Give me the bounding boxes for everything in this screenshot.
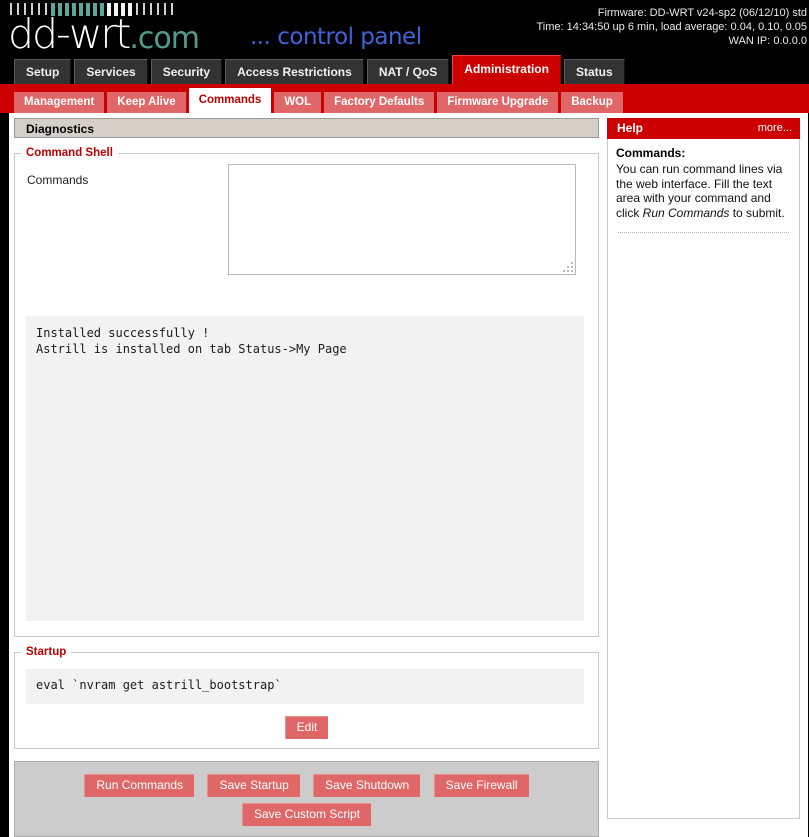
- sub-tab-firmware-upgrade[interactable]: Firmware Upgrade: [437, 92, 559, 113]
- main-tab-status[interactable]: Status: [563, 59, 625, 84]
- startup-legend: Startup: [26, 646, 67, 658]
- startup-panel: Startup eval `nvram get astrill_bootstra…: [14, 646, 599, 749]
- action-row-secondary: Save Custom Script: [15, 803, 598, 826]
- save-shutdown-button[interactable]: Save Shutdown: [313, 774, 421, 797]
- commands-textarea[interactable]: [229, 165, 575, 274]
- command-output-console: Installed successfully ! Astrill is inst…: [26, 316, 584, 621]
- sub-tab-list: Management Keep Alive Commands WOL Factory D…: [14, 88, 626, 113]
- sub-tab-bar: Management Keep Alive Commands WOL Factory D…: [0, 84, 809, 113]
- main-tab-setup[interactable]: Setup: [14, 59, 72, 84]
- action-row-primary: Run Commands Save Startup Save Shutdown …: [15, 774, 598, 797]
- command-shell-panel: Command Shell Commands Installed success…: [14, 147, 599, 637]
- sub-tab-commands[interactable]: Commands: [188, 88, 272, 113]
- help-heading: Commands:: [616, 146, 686, 160]
- sub-tab-factory-defaults[interactable]: Factory Defaults: [324, 92, 435, 113]
- content-column: Diagnostics Command Shell Commands Insta…: [14, 118, 599, 837]
- logo-main-text: dd-wrt: [8, 10, 131, 58]
- save-custom-script-button[interactable]: Save Custom Script: [241, 803, 372, 826]
- commands-input-wrapper[interactable]: [228, 164, 576, 275]
- help-panel-header: Help more...: [607, 118, 800, 139]
- control-panel-tagline: ... control panel: [250, 24, 422, 50]
- sub-tab-management[interactable]: Management: [14, 92, 105, 113]
- firmware-line: Firmware: DD-WRT v24-sp2 (06/12/10) std: [597, 7, 807, 19]
- system-info: Firmware: DD-WRT v24-sp2 (06/12/10) std …: [537, 6, 808, 48]
- page-header: dd-wrt.com ... control panel Firmware: D…: [0, 0, 809, 84]
- main-tab-administration[interactable]: Administration: [452, 55, 561, 84]
- sub-tab-wol[interactable]: WOL: [274, 92, 322, 113]
- commands-label: Commands: [27, 173, 89, 187]
- main-tab-nat-qos[interactable]: NAT / QoS: [366, 59, 450, 84]
- help-text-emphasis: Run Commands: [642, 205, 730, 220]
- edit-button[interactable]: Edit: [284, 716, 329, 739]
- page-body: Diagnostics Command Shell Commands Insta…: [0, 113, 809, 837]
- help-panel: Help more... Commands: You can run comma…: [607, 118, 800, 819]
- help-text-part2: to submit.: [729, 205, 785, 220]
- left-rail: [0, 113, 9, 837]
- help-text: You can run command lines via the web in…: [616, 162, 791, 220]
- command-shell-legend: Command Shell: [26, 147, 113, 159]
- help-more-link[interactable]: more...: [758, 122, 792, 134]
- main-tab-bar: Setup Services Security Access Restrictions…: [0, 54, 628, 84]
- action-button-bar: Run Commands Save Startup Save Shutdown …: [14, 761, 599, 837]
- wan-ip-line: WAN IP: 0.0.0.0: [728, 35, 807, 47]
- help-panel-body: Commands: You can run command lines via …: [607, 139, 800, 819]
- edit-button-wrapper: Edit: [15, 716, 598, 739]
- help-title: Help: [617, 121, 644, 135]
- main-tab-access-restrictions[interactable]: Access Restrictions: [225, 59, 364, 84]
- startup-script-text: eval `nvram get astrill_bootstrap`: [26, 669, 584, 704]
- save-startup-button[interactable]: Save Startup: [207, 774, 300, 797]
- sub-tab-backup[interactable]: Backup: [561, 92, 623, 113]
- help-divider: [618, 232, 789, 233]
- main-tab-services[interactable]: Services: [74, 59, 148, 84]
- logo-tld-text: .com: [129, 21, 200, 56]
- time-load-line: Time: 14:34:50 up 6 min, load average: 0…: [536, 21, 808, 33]
- save-firewall-button[interactable]: Save Firewall: [433, 774, 529, 797]
- main-tab-security[interactable]: Security: [150, 59, 223, 84]
- dd-wrt-logo: dd-wrt.com: [8, 14, 200, 59]
- page-title: Diagnostics: [14, 118, 599, 138]
- sub-tab-keep-alive[interactable]: Keep Alive: [107, 92, 186, 113]
- run-commands-button[interactable]: Run Commands: [84, 774, 195, 797]
